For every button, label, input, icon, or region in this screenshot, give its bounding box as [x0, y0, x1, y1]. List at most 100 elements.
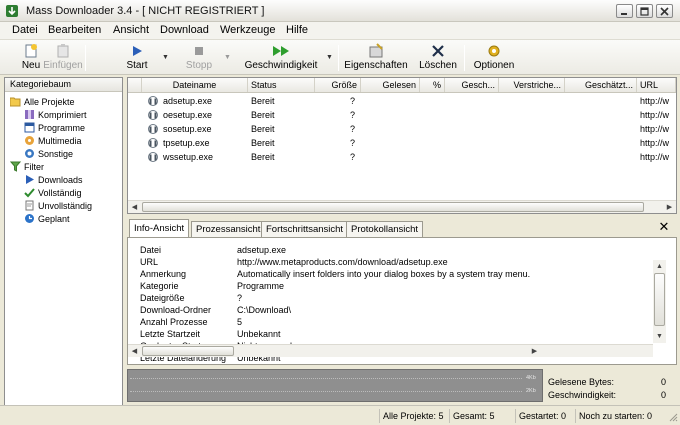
cell-size: ?: [349, 138, 355, 148]
stop-dropdown-arrow-icon[interactable]: ▼: [224, 54, 231, 64]
cell-filename: wssetup.exe: [163, 152, 214, 162]
table-row[interactable]: ❚❚ tpsetup.exe Bereit ? http://w: [128, 136, 676, 150]
tree-item-multimedia[interactable]: Multimedia: [10, 134, 92, 147]
graph-gridline: [130, 378, 522, 379]
cell-url: http://w: [640, 152, 670, 162]
info-vertical-scrollbar[interactable]: ▲ ▼: [653, 260, 666, 343]
info-row: Kategorie Programme: [128, 281, 648, 292]
close-window-button[interactable]: [656, 4, 673, 18]
scroll-left-icon[interactable]: ◀: [128, 201, 141, 213]
start-dropdown-arrow-icon[interactable]: ▼: [162, 54, 169, 64]
tree-item-unvollstaendig[interactable]: Unvollständig: [10, 199, 92, 212]
properties-label: Eigenschaften: [344, 60, 408, 71]
table-row[interactable]: ❚❚ sosetup.exe Bereit ? http://w: [128, 122, 676, 136]
speed-stat-value: 0: [660, 390, 666, 400]
properties-button[interactable]: Eigenschaften: [342, 41, 410, 74]
column-header-geschwindigkeit[interactable]: Gesch...: [445, 78, 499, 92]
status-total: Gesamt: 5: [449, 409, 515, 423]
cell-filename: tpsetup.exe: [163, 138, 210, 148]
start-button[interactable]: Start: [122, 41, 152, 74]
tree-item-komprimiert[interactable]: Komprimiert: [10, 108, 92, 121]
paste-button[interactable]: Einfügen: [43, 41, 83, 74]
scrollbar-thumb[interactable]: [654, 273, 665, 326]
scrollbar-thumb[interactable]: [142, 346, 234, 356]
info-horizontal-scrollbar[interactable]: ◀ ▶: [128, 344, 653, 357]
menu-bearbeiten[interactable]: Bearbeiten: [48, 24, 101, 36]
info-value: Unbekannt: [237, 329, 281, 339]
folder-open-icon: [10, 96, 21, 107]
status-started: Gestartet: 0: [515, 409, 575, 423]
menu-hilfe[interactable]: Hilfe: [286, 24, 308, 36]
menu-datei[interactable]: Datei: [12, 24, 38, 36]
cell-status: Bereit: [251, 138, 275, 148]
tab-fortschrittsansicht[interactable]: Fortschrittsansicht: [261, 221, 349, 238]
minimize-button[interactable]: [616, 4, 633, 18]
complete-check-icon: [24, 187, 35, 198]
speed-dropdown-arrow-icon[interactable]: ▼: [326, 54, 333, 64]
table-row[interactable]: ❚❚ adsetup.exe Bereit ? http://w: [128, 94, 676, 108]
close-panel-icon[interactable]: ✕: [657, 220, 671, 234]
tree-item-label: Vollständig: [38, 187, 82, 198]
info-key: Datei: [140, 245, 162, 255]
tree-item-label: Alle Projekte: [24, 96, 75, 107]
scroll-right-icon[interactable]: ▶: [528, 345, 541, 357]
cell-size: ?: [349, 96, 355, 106]
filter-icon: [10, 161, 21, 172]
tab-info-ansicht[interactable]: Info-Ansicht: [129, 219, 190, 238]
scroll-up-icon[interactable]: ▲: [653, 260, 666, 272]
tree-item-programme[interactable]: Programme: [10, 121, 92, 134]
status-to-start: Noch zu starten: 0: [575, 409, 673, 423]
menu-ansicht[interactable]: Ansicht: [113, 24, 149, 36]
menu-download[interactable]: Download: [160, 24, 209, 36]
speed-button[interactable]: Geschwindigkeit: [240, 41, 322, 74]
column-header-groesse[interactable]: Größe: [315, 78, 361, 92]
resize-grip-icon[interactable]: [668, 412, 678, 422]
column-header-dateiname[interactable]: Dateiname: [142, 78, 248, 92]
info-key: Kategorie: [140, 281, 179, 291]
program-icon: [24, 122, 35, 133]
scrollbar-thumb[interactable]: [142, 202, 644, 212]
table-row[interactable]: ❚❚ wssetup.exe Bereit ? http://w: [128, 150, 676, 164]
tab-prozessansicht[interactable]: Prozessansicht: [191, 221, 266, 238]
table-horizontal-scrollbar[interactable]: ◀ ▶: [128, 200, 676, 213]
maximize-button[interactable]: [636, 4, 653, 18]
column-header-gelesen[interactable]: Gelesen: [361, 78, 420, 92]
scroll-down-icon[interactable]: ▼: [653, 330, 666, 342]
column-header-geschaetzt[interactable]: Geschätzt...: [565, 78, 637, 92]
stop-button[interactable]: Stopp: [182, 41, 216, 74]
column-header-verstrichen[interactable]: Verstriche...: [499, 78, 565, 92]
pause-status-icon: ❚❚: [148, 96, 158, 106]
misc-icon: [24, 148, 35, 159]
tree-item-sonstige[interactable]: Sonstige: [10, 147, 92, 160]
tab-protokollansicht[interactable]: Protokollansicht: [346, 221, 424, 238]
options-button[interactable]: Optionen: [470, 41, 518, 74]
column-header-blank[interactable]: [128, 78, 142, 92]
options-label: Optionen: [473, 60, 515, 71]
cell-status: Bereit: [251, 110, 275, 120]
tree-item-filter[interactable]: Filter: [10, 160, 92, 173]
paste-label: Einfügen: [43, 60, 83, 71]
cell-status: Bereit: [251, 124, 275, 134]
tree-item-alle-projekte[interactable]: Alle Projekte: [10, 95, 92, 108]
tree-item-label: Unvollständig: [38, 200, 93, 211]
paste-icon: [55, 43, 71, 59]
cell-size: ?: [349, 110, 355, 120]
delete-button[interactable]: Löschen: [416, 41, 460, 74]
tree-item-vollstaendig[interactable]: Vollständig: [10, 186, 92, 199]
info-value: C:\Download\: [237, 305, 292, 315]
scroll-left-icon[interactable]: ◀: [128, 345, 141, 357]
tree-item-geplant[interactable]: Geplant: [10, 212, 92, 225]
title-bar[interactable]: Mass Downloader 3.4 - [ NICHT REGISTRIER…: [0, 0, 680, 22]
scroll-right-icon[interactable]: ▶: [663, 201, 676, 213]
table-row[interactable]: ❚❚ oesetup.exe Bereit ? http://w: [128, 108, 676, 122]
column-header-status[interactable]: Status: [248, 78, 315, 92]
tree-item-label: Geplant: [38, 213, 70, 224]
info-row: Datei adsetup.exe: [128, 245, 648, 256]
menu-werkzeuge[interactable]: Werkzeuge: [220, 24, 275, 36]
column-header-percent[interactable]: %: [420, 78, 445, 92]
menu-bar: Datei Bearbeiten Ansicht Download Werkze…: [0, 22, 680, 40]
info-panel: Datei adsetup.exe URL http://www.metapro…: [127, 237, 677, 365]
tree-item-downloads[interactable]: Downloads: [10, 173, 92, 186]
toolbar: Neu Einfügen Start ▼ Stopp ▼ Geschwindig…: [0, 40, 680, 75]
column-header-url[interactable]: URL: [637, 78, 676, 92]
